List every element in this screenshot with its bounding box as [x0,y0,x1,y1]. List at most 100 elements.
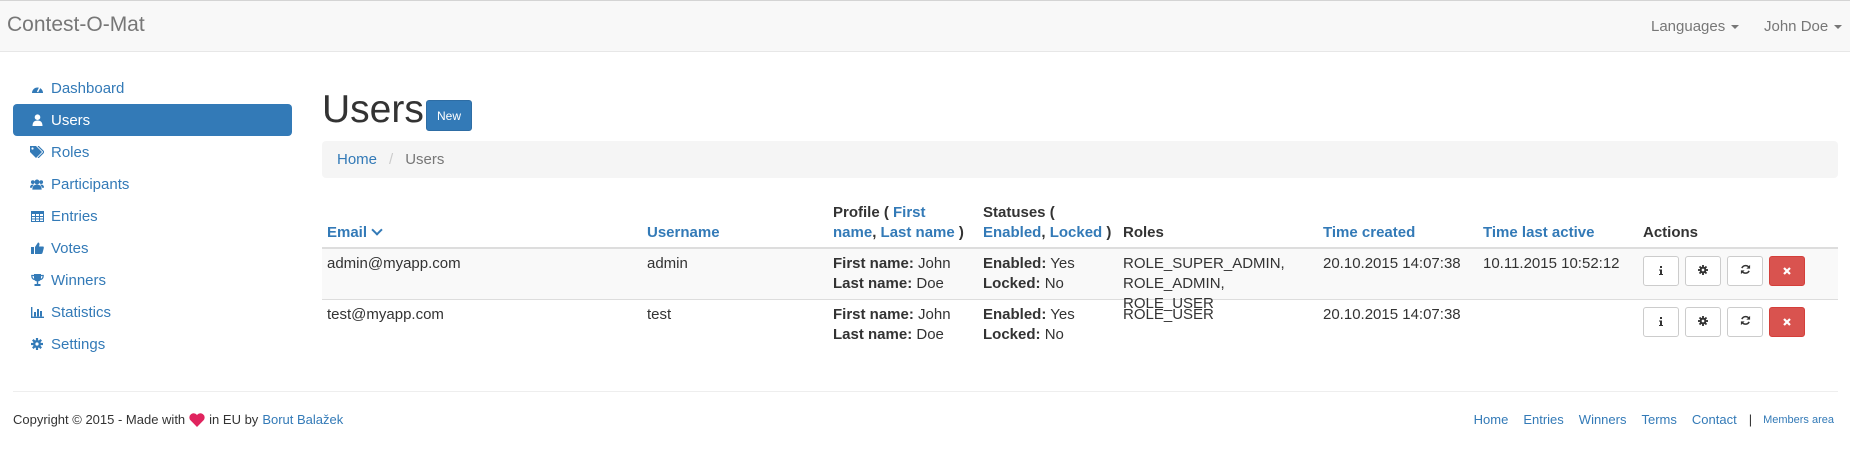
brand-link[interactable]: Contest-O-Mat [7,13,145,37]
page-title: Users [322,88,424,131]
settings-button[interactable] [1685,307,1721,337]
users-icon [30,177,44,191]
header-time-created[interactable]: Time created [1318,223,1478,243]
top-navbar: Contest-O-Mat Languages John Doe [0,0,1850,52]
sidebar-item-dashboard[interactable]: Dashboard [13,72,292,104]
gear-icon [1698,312,1708,332]
table-row: test@myapp.com test First name: John Las… [322,300,1838,351]
footer-link-entries[interactable]: Entries [1523,412,1563,427]
refresh-button[interactable] [1727,256,1763,286]
footer-divider [13,391,1838,392]
cell-profile: First name: John Last name: Doe [828,305,978,351]
footer-link-contact[interactable]: Contact [1692,412,1737,427]
new-user-button[interactable]: New [426,100,472,131]
header-text: ) [1106,224,1112,241]
footer-link-winners[interactable]: Winners [1579,412,1627,427]
breadcrumb: Home / Users [322,141,1838,178]
close-icon [1783,261,1791,281]
info-button[interactable] [1643,256,1679,286]
footer-link-members-area[interactable]: Members area [1763,414,1834,426]
cell-actions [1638,254,1838,299]
footer-link-home[interactable]: Home [1474,412,1509,427]
cell-roles: ROLE_SUPER_ADMIN, ROLE_ADMIN, ROLE_USER [1118,254,1318,312]
locked-label: Locked: [983,326,1041,343]
author-link[interactable]: Borut Balažek [262,412,343,427]
sidebar-item-statistics[interactable]: Statistics [13,296,292,328]
header-text: Statuses ( [983,204,1055,221]
tags-icon [30,145,44,159]
header-email[interactable]: Email [322,223,642,243]
header-actions: Actions [1643,224,1699,241]
sidebar-item-label: Settings [51,335,106,353]
cell-time-created: 20.10.2015 14:07:38 [1323,306,1461,323]
sidebar-item-label: Participants [51,175,130,193]
cell-roles: ROLE_USER [1118,305,1318,351]
delete-button[interactable] [1769,256,1805,286]
last-name-label: Last name: [833,275,913,292]
sidebar-item-entries[interactable]: Entries [13,200,292,232]
enabled-value: Yes [1050,255,1075,272]
refresh-button[interactable] [1727,307,1763,337]
breadcrumb-home-link[interactable]: Home [337,151,377,168]
locked-value: No [1044,326,1064,343]
languages-dropdown[interactable]: Languages [1651,18,1740,35]
sidebar-item-participants[interactable]: Participants [13,168,292,200]
header-roles: Roles [1123,224,1164,241]
sidebar-item-roles[interactable]: Roles [13,136,292,168]
breadcrumb-separator: / [389,151,394,168]
dashboard-icon [30,81,44,95]
sidebar-item-settings[interactable]: Settings [13,328,292,360]
cell-statuses: Enabled: Yes Locked: No [978,254,1118,299]
cell-actions [1638,305,1838,351]
enabled-label: Enabled: [983,306,1047,323]
footer-separator: | [1748,412,1753,427]
sort-email-link[interactable]: Email [327,224,367,241]
header-profile: Profile ( First name, Last name ) [828,203,978,243]
sidebar-item-label: Roles [51,143,90,161]
sort-time-last-active-link[interactable]: Time last active [1483,224,1594,241]
header-username[interactable]: Username [642,223,828,243]
header-text: Profile ( [833,204,889,221]
user-dropdown[interactable]: John Doe [1764,18,1843,35]
last-name-label: Last name: [833,326,913,343]
enabled-value: Yes [1050,306,1075,323]
table-row: admin@myapp.com admin First name: John L… [322,249,1838,312]
settings-button[interactable] [1685,256,1721,286]
sidebar-nav: Dashboard Users Roles Participants Entri… [13,72,292,360]
heart-icon [189,412,205,427]
header-statuses: Statuses ( Enabled, Locked ) [978,203,1118,243]
thumbs-up-icon [30,241,44,255]
sort-enabled-link[interactable]: Enabled [983,224,1041,241]
header-time-last-active[interactable]: Time last active [1478,223,1638,243]
cell-email: admin@myapp.com [327,255,461,272]
breadcrumb-current: Users [405,151,445,168]
cell-time-created: 20.10.2015 14:07:38 [1323,255,1461,272]
sidebar-item-winners[interactable]: Winners [13,264,292,296]
cell-email: test@myapp.com [327,306,444,323]
sidebar-item-users[interactable]: Users [13,104,292,136]
sidebar-item-votes[interactable]: Votes [13,232,292,264]
sort-locked-link[interactable]: Locked [1050,224,1103,241]
users-table: Email Username Profile ( First name, Las… [322,200,1838,351]
cell-profile: First name: John Last name: Doe [828,254,978,299]
sort-last-name-link[interactable]: Last name [881,224,955,241]
cell-time-last-active: 10.11.2015 10:52:12 [1483,255,1620,272]
refresh-icon [1740,312,1751,332]
bar-chart-icon [30,305,44,319]
info-icon [1659,261,1663,281]
gear-icon [1698,261,1708,281]
sidebar-item-label: Votes [51,239,89,257]
sort-username-link[interactable]: Username [647,224,720,241]
sidebar-item-label: Entries [51,207,98,225]
footer-copyright: Copyright © 2015 - Made with in EU by Bo… [13,412,343,427]
close-icon [1783,312,1791,332]
footer-link-terms[interactable]: Terms [1641,412,1676,427]
delete-button[interactable] [1769,307,1805,337]
info-button[interactable] [1643,307,1679,337]
copyright-text: Copyright © 2015 - Made with [13,412,186,427]
sort-time-created-link[interactable]: Time created [1323,224,1415,241]
table-header-row: Email Username Profile ( First name, Las… [322,200,1838,249]
cell-username: test [647,306,672,323]
first-name-value: John [918,255,951,272]
header-text: ) [958,224,964,241]
